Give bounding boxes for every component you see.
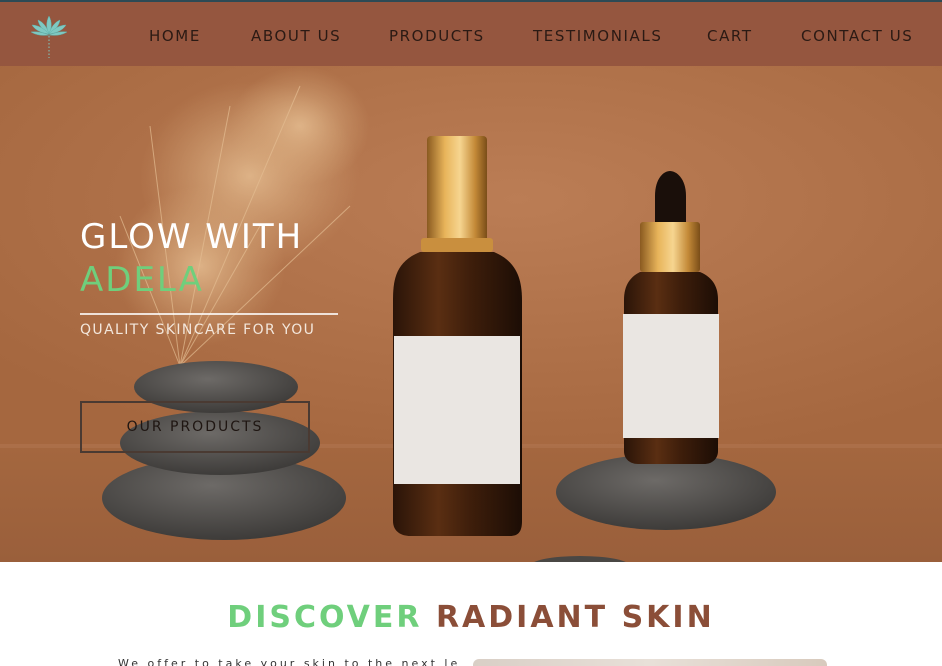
hero-divider (80, 313, 338, 315)
hero-heading: GLOW WITH ADELA (80, 216, 303, 302)
discover-heading-part2: RADIANT SKIN (435, 600, 715, 635)
nav-products[interactable]: PRODUCTS (389, 27, 485, 45)
hero-tagline: QUALITY SKINCARE FOR YOU (80, 322, 316, 338)
hero-heading-brand: ADELA (80, 260, 204, 300)
hero-section: GLOW WITH ADELA QUALITY SKINCARE FOR YOU… (0, 66, 942, 562)
nav-testimonials[interactable]: TESTIMONIALS (533, 27, 662, 45)
nav-contact-us[interactable]: CONTACT US (801, 27, 913, 45)
nav-about-us[interactable]: ABOUT US (251, 27, 341, 45)
nav-cart[interactable]: CART (707, 27, 753, 45)
intro-image (473, 659, 827, 666)
our-products-button[interactable]: OUR PRODUCTS (80, 401, 310, 453)
main-menu: HOME ABOUT US PRODUCTS TESTIMONIALS CART… (0, 2, 942, 68)
nav-home[interactable]: HOME (149, 27, 201, 45)
discover-heading-part1: DISCOVER (227, 600, 423, 635)
discover-heading: DISCOVER RADIANT SKIN (0, 600, 942, 635)
hero-heading-line1: GLOW WITH (80, 217, 304, 257)
top-navbar: HOME ABOUT US PRODUCTS TESTIMONIALS CART… (0, 0, 942, 66)
intro-paragraph: We offer to take your skin to the next l… (118, 657, 458, 666)
